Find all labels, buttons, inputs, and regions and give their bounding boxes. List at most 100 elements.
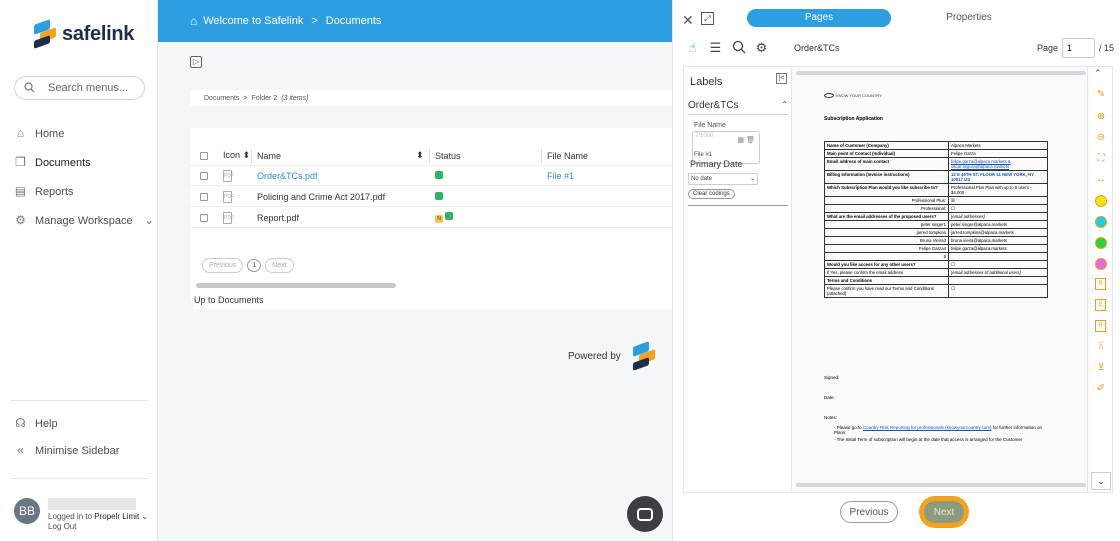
sort-icon[interactable]: ⬍ [416,150,424,161]
doc-scrollbar-top[interactable] [796,71,1086,75]
redact-tool-icon[interactable]: R [1095,278,1106,290]
form-value-cell: ☐ [948,284,1048,298]
arrow-up-circle-icon[interactable]: ⊼ [1094,340,1108,354]
sidebar-item-label: Reports [35,185,74,198]
safelink-logo[interactable]: safelink [32,19,134,49]
label-hand-icon[interactable]: ☝ [685,40,700,55]
comment-tool-icon[interactable]: ✎ [1094,88,1108,102]
column-header-name[interactable]: Name [257,151,281,161]
comment-icon[interactable]: ☰ [708,40,723,55]
previous-page-button[interactable]: Previous [202,258,244,273]
document-name-link[interactable]: Order&TCs.pdf [257,171,318,181]
document-name[interactable]: Report.pdf [257,213,299,223]
table-row[interactable]: PDF Policing and Crime Act 2017.pdf [190,187,672,207]
gear-icon[interactable]: ⚙ [754,40,769,55]
table-row[interactable]: PDF Report.pdf N [190,208,672,228]
search-menus-input[interactable] [48,82,138,94]
home-icon[interactable]: ⌂ [190,14,197,28]
chevron-down-icon[interactable]: ⌄ [141,512,148,521]
zoom-out-icon[interactable]: ⊖ [1094,131,1108,145]
labels-panel: Labels |< Order&TCs ⌃ File Name 7/1000 ▦… [684,67,792,492]
sidebar-item-reports[interactable]: ▤ Reports [14,185,74,198]
documents-icon: ❐ [15,155,26,169]
header-section: Documents [325,15,382,27]
form-value-cell: [email addresses of additional users] [948,268,1048,277]
close-icon[interactable]: ✕ [682,12,694,29]
labels-section-header[interactable]: Order&TCs ⌃ [688,100,788,115]
row-checkbox[interactable] [200,192,208,201]
arrow-down-circle-icon[interactable]: ⊻ [1094,361,1108,375]
column-header-status[interactable]: Status [435,151,461,161]
status-badges [435,191,445,202]
breadcrumb-root[interactable]: Documents [204,95,239,102]
doc-scrollbar-bottom[interactable] [796,483,1086,487]
clear-codings-button[interactable]: Clear codings [688,189,735,199]
viewer-previous-button[interactable]: Previous [840,501,898,523]
fit-width-icon[interactable]: ↔ [1094,173,1108,187]
highlight-yellow-swatch[interactable] [1095,195,1107,207]
tab-properties[interactable]: Properties [891,9,1047,27]
pen-tool-icon[interactable]: ✐ [1094,382,1108,396]
file-name-placeholder: 7/1000 [695,133,714,139]
viewer-next-button[interactable]: Next [924,501,964,523]
highlight-pink-swatch[interactable] [1095,258,1107,270]
scroll-down-icon[interactable]: ⌄ [1091,472,1111,490]
column-header-file-name[interactable]: File Name [547,151,588,161]
collapse-panel-icon[interactable]: |< [776,73,787,84]
sidebar-item-home[interactable]: ⌂ Home [14,127,64,140]
file-name-link[interactable]: File #1 [547,171,574,181]
highlight-green-swatch[interactable] [1095,237,1107,249]
form-row: Terms and Conditions [824,276,1048,285]
document-page-area[interactable]: KNOW YOUR COUNTRY Subscription Applicati… [792,67,1090,492]
doc-date: Date: [824,395,835,400]
field-action-icons[interactable]: ▦ 🗑 [738,136,755,144]
form-label-cell: Name of Customer (Company) [824,141,949,150]
search-icon[interactable] [731,40,746,55]
select-all-checkbox[interactable] [200,151,208,160]
sidebar-item-manage-workspace[interactable]: ⚙ Manage Workspace ⌄ [14,214,156,227]
gear-icon: ⚙ [15,213,26,227]
up-to-documents-link[interactable]: Up to Documents [194,291,672,309]
form-row: 5 [824,252,1048,261]
expand-icon[interactable]: ⤢ [701,12,714,25]
minimise-sidebar-button[interactable]: « Minimise Sidebar [14,444,119,457]
zoom-in-icon[interactable]: ⊕ [1094,110,1108,124]
sidebar-item-documents[interactable]: ❐ Documents [14,156,91,169]
form-value-cell: ☐ [948,204,1048,213]
next-page-button[interactable]: Next [265,258,294,273]
chat-button[interactable] [627,496,663,532]
page-control: Page / 15 [1037,38,1114,58]
status-yellow-icon: N [435,215,443,223]
tab-pages[interactable]: Pages [747,9,891,27]
row-checkbox[interactable] [200,213,208,222]
primary-date-select[interactable]: No date ⌄ [688,173,758,185]
page-number-button[interactable]: 1 [247,259,262,272]
form-label-cell: jarred tompkins [824,228,949,237]
form-row: Would you like access for any other user… [824,260,1048,269]
form-value-cell [948,252,1048,261]
sidebar-item-help[interactable]: ☊ Help [14,417,57,430]
scroll-up-icon[interactable]: ⌃ [1094,68,1102,79]
page-number-input[interactable] [1062,38,1096,58]
breadcrumb: Documents > Folder 2 (3 items) [190,90,672,106]
search-menus[interactable] [14,76,145,100]
column-header-icon[interactable]: Icon ⬍ [223,150,250,161]
form-row: Professional: ☐ [824,204,1048,213]
logout-link[interactable]: Log Out [48,522,148,532]
breadcrumb-folder[interactable]: Folder 2 [252,95,278,102]
doc-note-link[interactable]: Country Risk Reporting for professionals… [863,425,991,430]
horizontal-scrollbar[interactable] [196,283,396,288]
table-row[interactable]: PDF Order&TCs.pdf File #1 [190,166,672,186]
document-name[interactable]: Policing and Crime Act 2017.pdf [257,192,385,202]
welcome-link[interactable]: Welcome to Safelink [203,15,303,27]
doc-note-1: - Please go to Country Risk Reporting fo… [834,425,1043,435]
panel-toggle-icon[interactable]: ▷ [190,56,202,68]
form-label-cell: Email address of main contact [824,157,949,171]
highlight-cyan-swatch[interactable] [1095,216,1107,228]
breadcrumb-separator: > [311,15,318,27]
e-tool-icon[interactable]: E [1095,299,1106,311]
user-menu[interactable]: BB Logged in to Propelr Limit ⌄ Log Out [14,498,148,532]
row-checkbox[interactable] [200,171,208,180]
r-tool-icon[interactable]: R [1095,320,1106,332]
fit-page-icon[interactable]: ⛶ [1094,152,1108,166]
